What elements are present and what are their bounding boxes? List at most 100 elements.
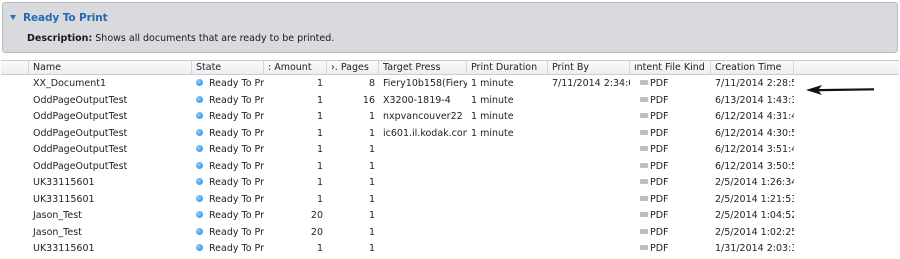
cell-print-by [548,192,630,208]
cell-pages: 16 [327,93,379,109]
table-row[interactable]: Jason_Test Ready To Prir 20 1 PDF 2/5/2014 1:… [1,225,899,241]
col-header-state[interactable]: State [192,61,264,75]
cell-name: OddPageOutputTest [29,109,192,125]
panel-header[interactable]: Ready To Print [10,11,108,24]
cell-print-duration [467,208,548,224]
cell-creation-time: 7/11/2014 2:28:5: [711,76,794,92]
cell-file-kind: PDF [630,76,711,92]
col-header-amount[interactable]: : Amount [264,61,327,75]
cell-target-press [379,159,467,175]
status-dot-icon [196,128,203,136]
cell-pages-text: 1 [368,226,375,238]
cell-name: UK33115601 [29,241,192,257]
cell-amount-text: 20 [310,226,323,238]
cell-state-text: Ready To Prir [209,177,264,188]
pdf-icon [640,162,648,168]
table-row[interactable]: OddPageOutputTest Ready To Prir 1 16 X3200-1… [1,93,899,109]
cell-name: UK33115601 [29,175,192,191]
col-header-print-duration[interactable]: Print Duration [467,61,548,75]
col-header-pages[interactable]: ›. Pages [327,61,379,75]
cell-state-text: Ready To Prir [209,144,264,155]
cell-pages-text: 8 [368,78,375,89]
cell-state-text: Ready To Prir [209,111,264,122]
cell-print-by [548,225,630,241]
cell-print-duration [467,192,548,208]
cell-file-kind: PDF [630,225,711,241]
cell-file-kind-text: PDF [650,177,669,188]
cell-target-press-text: Fiery10b158(Fiery: [383,78,467,89]
table-row[interactable]: UK33115601 Ready To Prir 1 1 PDF 1/31/2014 2:… [1,241,899,257]
cell-creation-time-text: 6/12/2014 4:30:5( [715,127,794,139]
table-row[interactable]: Jason_Test Ready To Prir 20 1 PDF 2/5/2014 1:… [1,208,899,224]
cell-file-kind-text: PDF [650,210,669,221]
cell-print-duration [467,142,548,158]
cell-state-text: Ready To Prir [209,210,264,221]
cell-pages: 1 [327,126,379,142]
cell-pages-text: 1 [368,243,375,254]
pdf-icon [640,146,648,151]
cell-target-press [379,225,467,241]
cell-print-duration: 1 minute [467,126,548,142]
cell-pages: 1 [327,175,379,191]
cell-creation-time-text: 7/11/2014 2:28:5: [715,78,794,89]
cell-pages-text: 1 [368,144,375,155]
cell-file-kind-text: PDF [650,111,669,122]
cell-file-kind: PDF [630,192,711,208]
cell-creation-time-text: 2/5/2014 1:02:25 [715,226,794,238]
cell-name: OddPageOutputTest [29,126,192,142]
col-header-name[interactable]: Name [29,61,192,75]
jobs-table[interactable]: Name State : Amount ›. Pages Target Pres… [1,60,899,259]
cell-file-kind-text: PDF [650,193,669,205]
cell-name-text: UK33115601 [33,193,95,205]
cell-creation-time-text: 6/12/2014 4:31:4( [715,111,794,122]
cell-name-text: OddPageOutputTest [33,111,128,122]
cell-target-press: nxpvancouver22 [379,109,467,125]
collapse-triangle-icon[interactable] [10,15,16,20]
pdf-icon [640,212,648,217]
cell-amount-text: 1 [316,243,323,254]
cell-amount: 1 [264,76,327,92]
table-row[interactable]: UK33115601 Ready To Prir 1 1 PDF 2/5/2014 1:2… [1,192,899,208]
cell-amount-text: 1 [316,177,323,188]
status-dot-icon [196,161,203,169]
table-row[interactable]: OddPageOutputTest Ready To Prir 1 1 PDF 6/12/… [1,142,899,158]
cell-name-text: Jason_Test [33,210,82,221]
table-row[interactable]: OddPageOutputTest Ready To Prir 1 1 PDF 6/12/… [1,159,899,175]
cell-print-by [548,208,630,224]
table-row[interactable]: XX_Document1 Ready To Prir 1 8 Fiery10b158(F… [1,76,899,92]
table-row[interactable]: OddPageOutputTest Ready To Prir 1 1 ic601.il… [1,126,899,142]
col-header-content-file-kind[interactable]: ıntent File Kind [630,61,711,75]
cell-state: Ready To Prir [192,159,264,175]
table-row[interactable]: OddPageOutputTest Ready To Prir 1 1 nxpvanco… [1,109,899,125]
cell-print-duration: 1 minute [467,93,548,109]
table-row[interactable]: UK33115601 Ready To Prir 1 1 PDF 2/5/2014 1:2… [1,175,899,191]
cell-print-by [548,93,630,109]
cell-pages-text: 16 [362,94,375,106]
description-label: Description: [27,33,93,44]
cell-amount: 1 [264,241,327,257]
cell-pages: 1 [327,192,379,208]
cell-target-press: Fiery10b158(Fiery: [379,76,467,92]
view-panel: Ready To Print Description: Shows all do… [2,2,898,53]
cell-file-kind-text: PDF [650,94,669,106]
cell-print-by [548,109,630,125]
cell-state-text: Ready To Prir [209,243,264,254]
cell-creation-time-text: 2/5/2014 1:21:53 [715,193,794,205]
cell-name-text: UK33115601 [33,177,95,188]
col-header-print-by[interactable]: Print By [548,61,630,75]
cell-amount: 20 [264,208,327,224]
cell-amount-text: 20 [310,210,323,221]
cell-name-text: XX_Document1 [33,78,107,89]
cell-file-kind-text: PDF [650,243,669,254]
cell-target-press-text: X3200-1819-4 [383,94,451,106]
cell-amount: 1 [264,175,327,191]
status-dot-icon [196,79,203,86]
col-header-target-press[interactable]: Target Press [379,61,467,75]
cell-name: UK33115601 [29,192,192,208]
pdf-icon [640,113,648,118]
col-header-creation-time[interactable]: Creation Time [711,61,794,75]
cell-creation-time-text: 1/31/2014 2:03:31 [715,243,794,254]
cell-creation-time: 2/5/2014 1:02:25 [711,225,794,241]
header-spacer [1,61,29,75]
cell-print-by [548,126,630,142]
